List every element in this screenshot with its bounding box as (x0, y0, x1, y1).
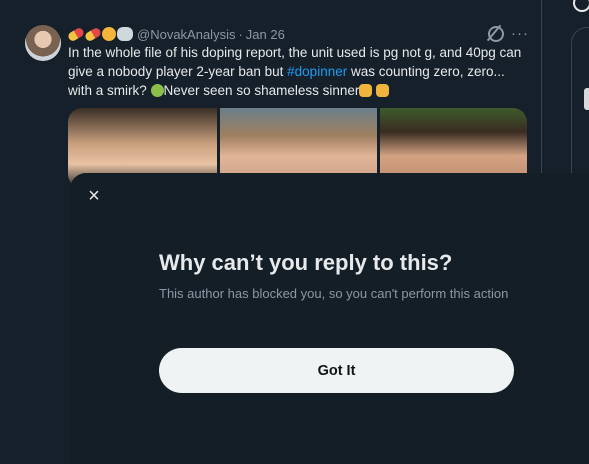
search-icon[interactable] (573, 0, 589, 12)
grok-icon[interactable] (488, 26, 504, 42)
speech-emoji-icon (117, 27, 133, 41)
face-emoji-icon (102, 27, 116, 41)
more-icon[interactable]: ··· (511, 25, 529, 42)
tweet-text-part3: Never seen so shameless sinner (163, 83, 360, 98)
tweet-header: @NovakAnalysis · Jan 26 (66, 25, 285, 43)
got-it-button[interactable]: Got It (159, 348, 514, 393)
tweet-text: In the whole file of his doping report, … (68, 43, 528, 100)
sidebar-widget-icon[interactable] (584, 88, 589, 110)
reply-restriction-dialog (70, 173, 589, 464)
hashtag-link[interactable]: #dopinner (287, 64, 347, 79)
display-name-emojis (66, 26, 133, 43)
clapping-hands-emoji-icon (359, 84, 373, 97)
user-handle[interactable]: @NovakAnalysis (137, 27, 235, 42)
avatar[interactable] (25, 25, 61, 61)
tweet-date[interactable]: Jan 26 (246, 27, 285, 42)
close-button[interactable]: × (84, 186, 104, 206)
pill-emoji-icon (66, 26, 86, 43)
separator: · (238, 26, 243, 42)
dialog-title: Why can’t you reply to this? (159, 250, 453, 275)
dialog-body: This author has blocked you, so you can'… (159, 286, 509, 301)
clapping-hands-emoji-icon (376, 84, 390, 97)
pill-emoji-icon (83, 26, 103, 43)
nauseated-face-emoji-icon (150, 84, 164, 97)
